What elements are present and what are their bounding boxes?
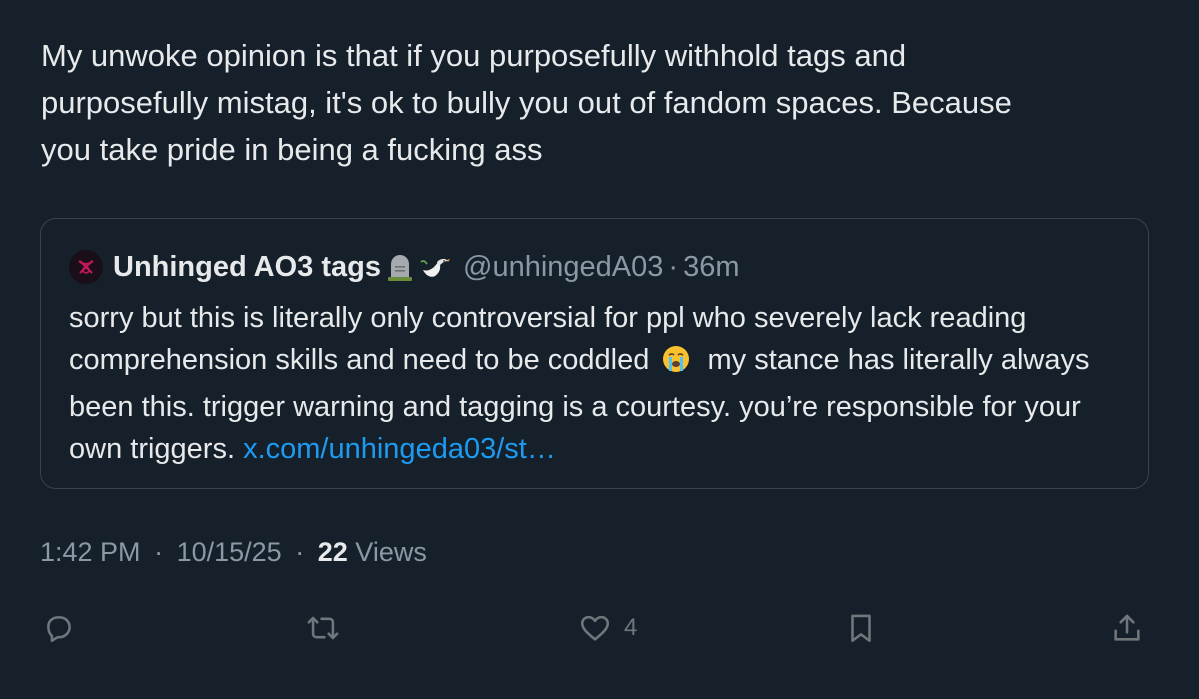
retweet-button[interactable]	[304, 606, 342, 650]
quoted-tweet-card[interactable]: Unhinged AO3 tags @unhingedA03 · 36m sor…	[40, 218, 1149, 489]
like-button[interactable]: 4	[578, 606, 637, 650]
reply-icon	[42, 611, 76, 645]
tweet-text: My unwoke opinion is that if you purpose…	[41, 38, 1012, 167]
avatar[interactable]	[69, 250, 103, 284]
bookmark-button[interactable]	[844, 606, 878, 650]
separator-dot: ·	[295, 537, 305, 567]
handle[interactable]: @unhingedA03	[463, 251, 663, 284]
action-bar: 4	[0, 606, 1199, 650]
dove-emoji	[419, 252, 451, 282]
reply-button[interactable]	[42, 606, 76, 650]
quote-timestamp[interactable]: 36m	[683, 251, 739, 284]
separator-dot: ·	[668, 250, 679, 283]
display-name[interactable]: Unhinged AO3 tags	[113, 251, 381, 284]
quoted-tweet-header: Unhinged AO3 tags @unhingedA03 · 36m	[69, 247, 739, 287]
share-icon	[1110, 611, 1144, 645]
loudly-crying-face-emoji	[661, 344, 691, 386]
bookmark-icon	[844, 611, 878, 645]
heart-icon	[578, 611, 612, 645]
views-label: Views	[355, 537, 427, 567]
separator-dot: ·	[154, 537, 164, 567]
quoted-tweet-text: sorry but this is literally only controv…	[69, 297, 1129, 470]
views-count: 22	[317, 537, 348, 567]
share-button[interactable]	[1110, 606, 1144, 650]
quoted-tweet-link[interactable]: x.com/unhingeda03/st…	[243, 433, 556, 465]
like-count: 4	[624, 614, 638, 641]
retweet-icon	[304, 611, 342, 645]
headstone-emoji	[385, 252, 415, 282]
tweet-date[interactable]: 10/15/25	[177, 537, 282, 567]
tweet-time[interactable]: 1:42 PM	[40, 537, 141, 567]
tweet-meta: 1:42 PM · 10/15/25 · 22 Views	[40, 537, 427, 568]
